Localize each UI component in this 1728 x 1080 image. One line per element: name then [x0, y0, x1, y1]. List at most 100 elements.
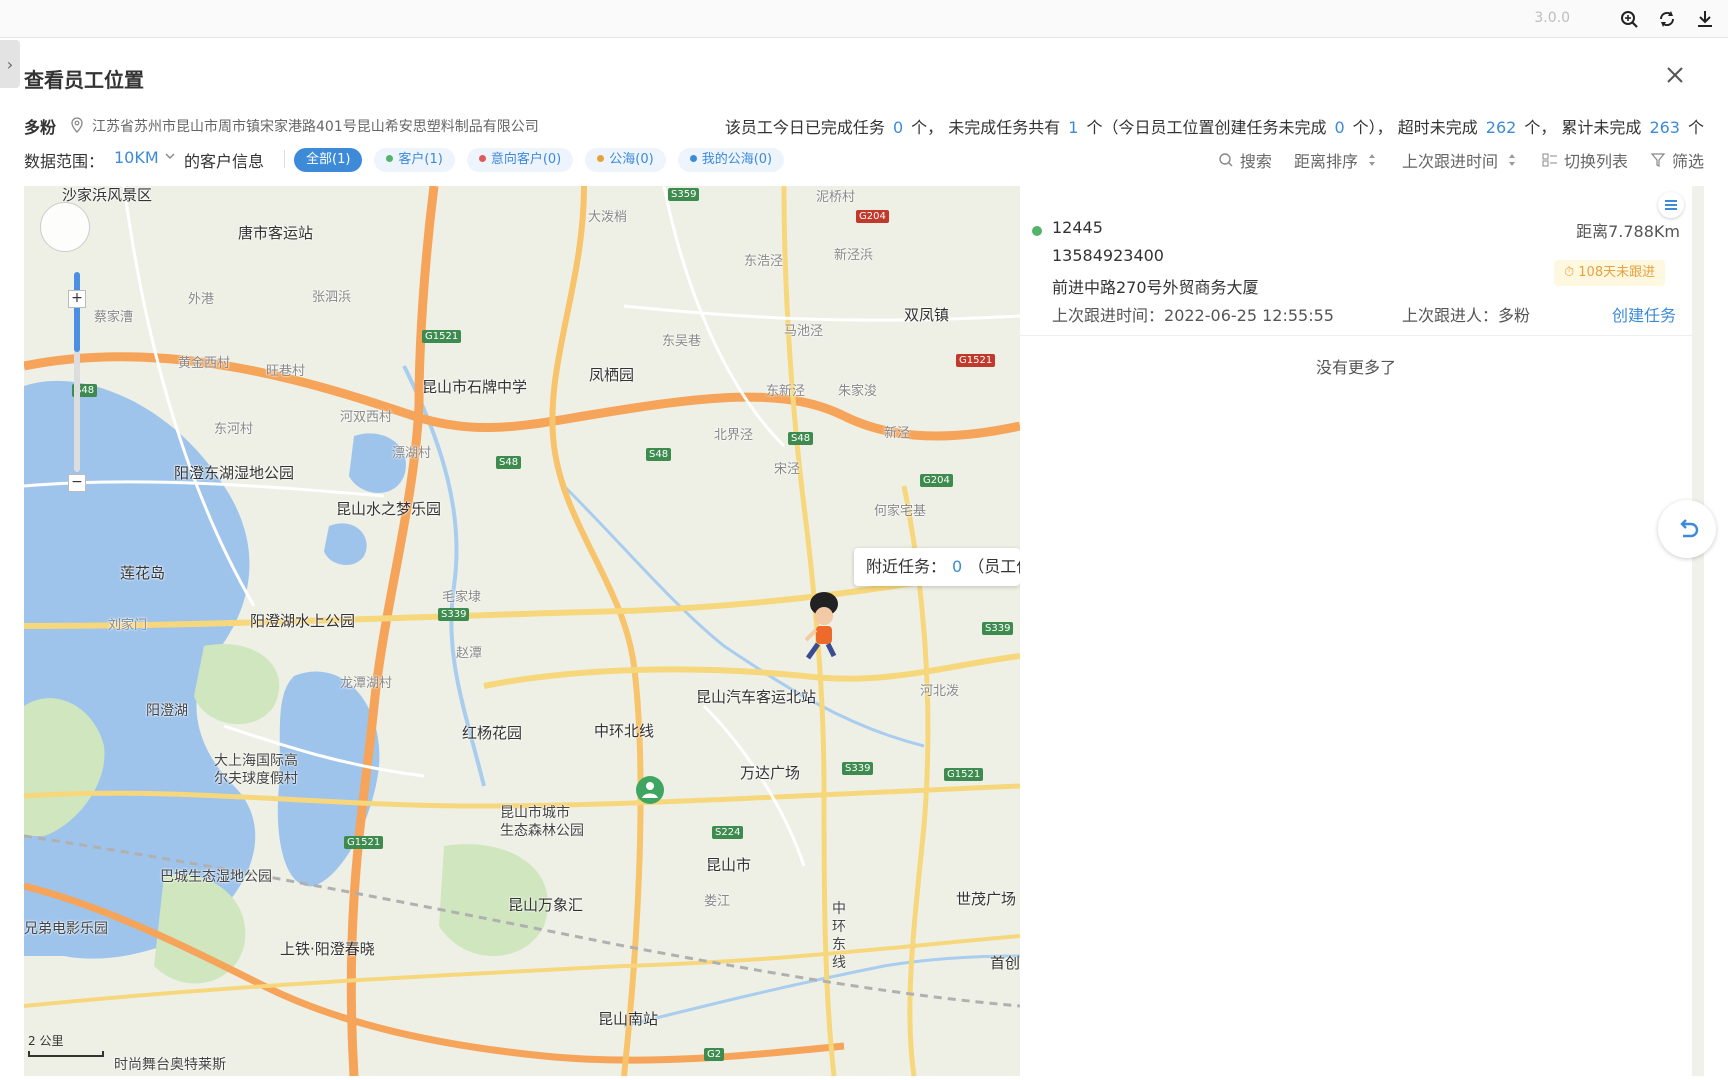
- employee-position-marker[interactable]: [804, 592, 838, 660]
- customer-info-label: 的客户信息: [184, 152, 265, 171]
- pending-note-end: 个），: [1352, 118, 1393, 137]
- sort-icon: [1368, 154, 1375, 166]
- map-label: 中: [832, 901, 846, 917]
- sort-icon: [1508, 154, 1515, 166]
- last-follow-time-sort-button[interactable]: 上次跟进时间: [1402, 148, 1520, 172]
- map-label: 时尚舞台奥特莱斯: [114, 1057, 226, 1073]
- pending-note: 个（今日员工位置创建任务未完成: [1086, 118, 1327, 137]
- road-tag: G1521: [422, 330, 462, 343]
- map-label: 宋泾: [774, 462, 801, 477]
- distance-sort-button[interactable]: 距离排序: [1294, 148, 1380, 172]
- search-button[interactable]: 搜索: [1218, 148, 1272, 172]
- map-view[interactable]: 沙家浜风景区 唐市客运站 昆山市石牌中学 凤栖园 双凤镇 阳澄东湖湿地公园 昆山…: [24, 186, 1020, 1076]
- customer-card[interactable]: 12445 距离7.788Km 13584923400 ⏱ 108天未跟进 前进…: [1020, 196, 1692, 336]
- status-dot: [386, 155, 394, 162]
- customer-code: 12445: [1052, 218, 1103, 237]
- map-label: 世茂广场: [956, 890, 1017, 908]
- status-dot: [478, 155, 486, 162]
- road-tag: S339: [982, 622, 1014, 635]
- customer-distance: 距离7.788Km: [1576, 222, 1680, 241]
- map-label: 毛家埭: [442, 590, 482, 605]
- road-tag: S359: [668, 188, 700, 201]
- road-tag: S48: [496, 456, 522, 469]
- overdue-label: 超时未完成: [1397, 118, 1478, 137]
- map-label: 阳澄湖: [146, 703, 188, 719]
- road-tag: G204: [920, 474, 953, 487]
- map-label: 蔡家漕: [94, 310, 134, 325]
- zoom-in-button[interactable]: +: [68, 290, 86, 308]
- chip-my-public-pool[interactable]: 我的公海(0): [677, 148, 785, 172]
- total-pending-count: 263: [1649, 118, 1680, 137]
- map-label: 兄弟电影乐园: [24, 921, 108, 937]
- switch-list-label: 切换列表: [1563, 152, 1628, 171]
- total-pending-label: 累计未完成: [1561, 118, 1642, 137]
- map-label: 首创: [990, 954, 1020, 972]
- map-label: 娄江: [704, 894, 731, 909]
- map-label: 凤栖园: [589, 366, 635, 384]
- employee-address: 江苏省苏州市昆山市周市镇宋家港路401号昆山希安思塑料制品有限公司: [92, 119, 539, 135]
- map-label: 龙潭湖村: [340, 676, 393, 691]
- chip-label: 意向客户(0): [490, 152, 562, 167]
- completed-count: 0: [892, 118, 904, 137]
- refresh-icon[interactable]: [1656, 8, 1678, 30]
- chip-intended-customer[interactable]: 意向客户(0): [466, 148, 574, 172]
- road-tag: G1521: [344, 836, 384, 849]
- overdue-count: 262: [1485, 118, 1517, 137]
- chevron-right-icon: ›: [6, 54, 14, 74]
- map-label: 刘家门: [108, 618, 148, 633]
- last-follow-time: 上次跟进时间：2022-06-25 12:55:55: [1052, 302, 1334, 326]
- map-label: 阳澄东湖湿地公园: [174, 464, 295, 482]
- map-label: 旺巷村: [266, 364, 306, 379]
- back-button[interactable]: [1658, 500, 1716, 558]
- last-follow-time-value: 2022-06-25 12:55:55: [1164, 306, 1334, 325]
- customer-address: 前进中路270号外贸商务大厦: [1052, 278, 1259, 297]
- map-label: 泥桥村: [816, 190, 856, 205]
- nearby-tasks-tooltip: 附近任务： 0 （员工位: [854, 548, 1020, 586]
- road-tag: G1521: [956, 354, 996, 367]
- close-icon[interactable]: [1662, 62, 1688, 88]
- road-tag: S48: [788, 432, 814, 445]
- map-label: 昆山市石牌中学: [422, 378, 528, 396]
- chip-all[interactable]: 全部(1): [294, 148, 363, 172]
- customer-marker[interactable]: [636, 776, 664, 804]
- nearby-task-count: 0: [952, 557, 963, 576]
- download-icon[interactable]: [1694, 8, 1716, 30]
- chevron-down-icon[interactable]: [164, 150, 176, 162]
- zoom-in-icon[interactable]: [1618, 8, 1640, 30]
- sidebar-expand-button[interactable]: ›: [0, 40, 20, 88]
- top-bar: 3.0.0: [0, 0, 1728, 38]
- undo-icon: [1680, 519, 1699, 538]
- tooltip-label: 附近任务：: [866, 557, 947, 576]
- map-label: 阳澄湖水上公园: [250, 612, 356, 630]
- map-label: 中环北线: [594, 722, 655, 740]
- zoom-out-button[interactable]: −: [68, 474, 86, 492]
- map-label: 昆山市城市: [500, 805, 570, 821]
- map-label: 昆山万象汇: [508, 896, 584, 914]
- filter-icon: [1650, 153, 1666, 167]
- compass-icon[interactable]: [40, 202, 90, 252]
- status-dot: [689, 155, 697, 162]
- task-stats: 该员工今日已完成任务 0 个， 未完成任务共有 1 个（今日员工位置创建任务未完成 0 个）…: [725, 114, 1704, 138]
- menu-icon[interactable]: [1658, 192, 1684, 218]
- map-label: 北界泾: [714, 428, 754, 443]
- filter-button[interactable]: 筛选: [1650, 148, 1704, 172]
- last-follow-person-value: 多粉: [1498, 306, 1531, 325]
- road-tag: S339: [842, 762, 874, 775]
- no-more-text: 没有更多了: [1315, 358, 1396, 377]
- map-label: 双凤镇: [904, 306, 950, 324]
- toolbar: 搜索 距离排序 上次跟进时间 切换列表 筛选: [1218, 148, 1704, 172]
- map-zoom-control: + −: [40, 202, 94, 492]
- map-label: 莲花岛: [120, 564, 166, 582]
- road-tag: G1521: [944, 768, 984, 781]
- chip-public-pool[interactable]: 公海(0): [585, 148, 666, 172]
- map-label: 昆山市: [706, 856, 752, 874]
- location-pin-icon: [71, 117, 83, 133]
- switch-list-button[interactable]: 切换列表: [1542, 148, 1628, 172]
- range-dropdown[interactable]: 10KM: [114, 148, 159, 167]
- map-label: 生态森林公园: [500, 823, 584, 839]
- chip-customer[interactable]: 客户(1): [374, 148, 455, 172]
- badge-label: 108天未跟进: [1578, 265, 1656, 280]
- stats-label: 该员工今日已完成任务: [724, 118, 885, 137]
- unit-label: 个，: [911, 118, 944, 137]
- create-task-button[interactable]: 创建任务: [1612, 302, 1676, 326]
